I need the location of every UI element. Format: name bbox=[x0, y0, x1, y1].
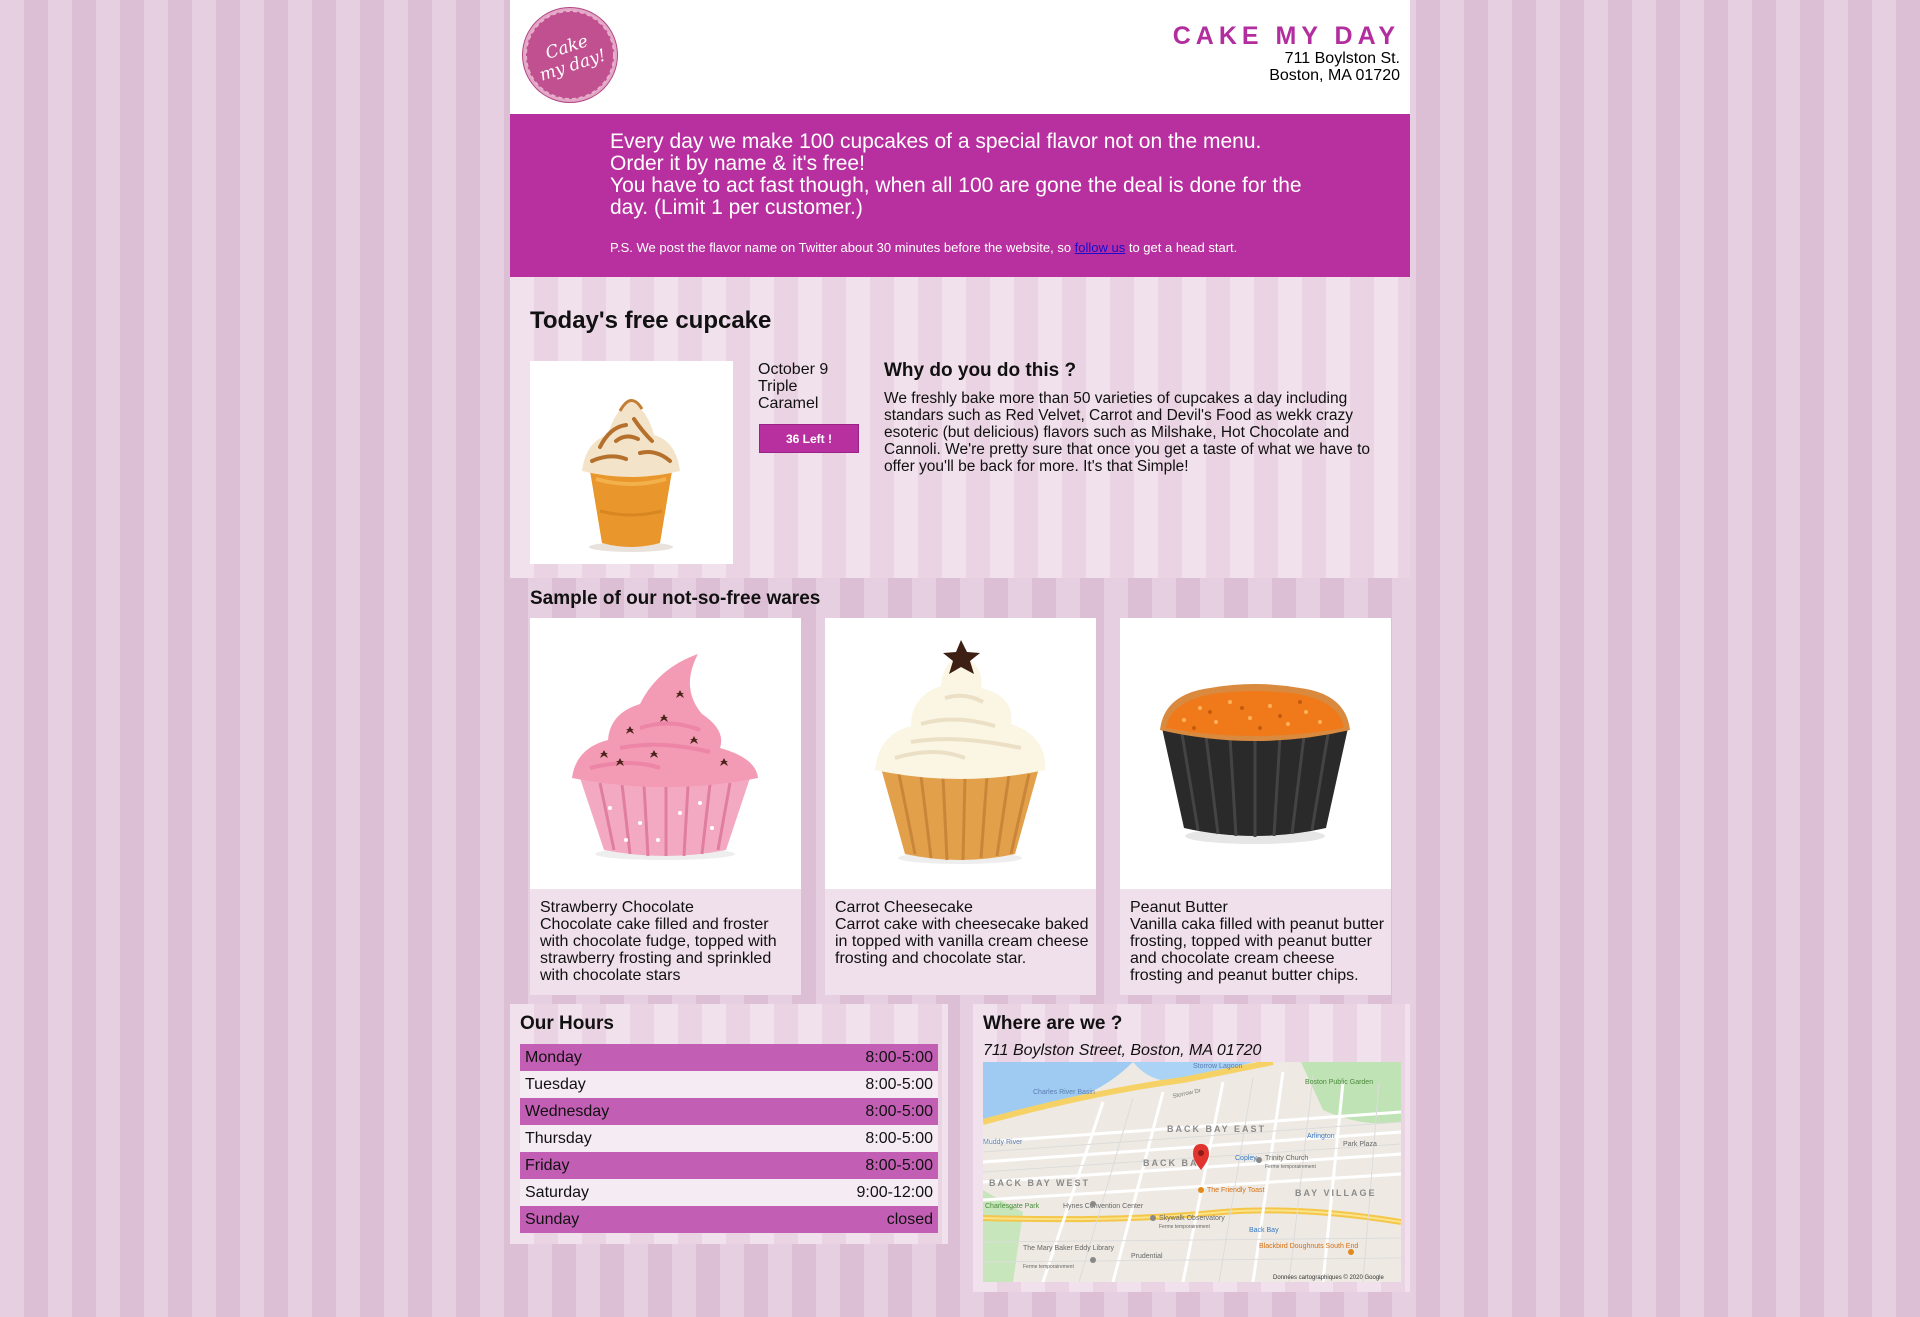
hours-title: Our Hours bbox=[520, 1013, 614, 1034]
why-title: Why do you do this ? bbox=[884, 360, 1077, 381]
carrot-cupcake-icon bbox=[875, 640, 1046, 864]
hours-day: Saturday bbox=[525, 1184, 590, 1201]
map-label-skywalk-note: Ferme temporairement bbox=[1159, 1224, 1210, 1230]
promo-line2: Order it by name & it's free! bbox=[610, 152, 865, 175]
ware-image bbox=[825, 618, 1096, 889]
hours-row: Friday 8:00-5:00 bbox=[520, 1152, 938, 1179]
why-text: We freshly bake more than 50 varieties o… bbox=[884, 390, 1371, 475]
brand-name: CAKE MY DAY bbox=[1172, 22, 1400, 50]
featured-info: October 9 Triple Caramel bbox=[758, 361, 868, 412]
hours-section: Our Hours Monday 8:00-5:00 Tuesday 8:00-5:… bbox=[510, 1004, 948, 1244]
map-label-public-garden: Boston Public Garden bbox=[1305, 1079, 1373, 1086]
map-copyright: Données cartographiques © 2020 Google bbox=[1273, 1274, 1384, 1281]
hours-row: Wednesday 8:00-5:00 bbox=[520, 1098, 938, 1125]
hours-time: closed bbox=[886, 1211, 933, 1228]
map-label-arlington: Arlington bbox=[1307, 1133, 1335, 1140]
strawberry-cupcake-icon bbox=[572, 654, 758, 860]
map-label-back-bay-west: BACK BAY WEST bbox=[989, 1178, 1090, 1188]
hours-row: Sunday closed bbox=[520, 1206, 938, 1233]
brand-address-line2: Boston, MA 01720 bbox=[1269, 67, 1400, 84]
map-label-copley: Copley bbox=[1235, 1155, 1257, 1162]
page: Cake my day! CAKE MY DAY 711 Boylston St… bbox=[510, 0, 1410, 1317]
map-label-friendly-toast: The Friendly Toast bbox=[1207, 1187, 1265, 1194]
ware-image bbox=[530, 618, 801, 889]
ware-description: Vanilla caka filled with peanut butter f… bbox=[1130, 916, 1385, 984]
ware-name: Carrot Cheesecake bbox=[835, 899, 973, 916]
map-label-trinity-church: Trinity Church bbox=[1265, 1155, 1308, 1162]
ware-text: Carrot Cheesecake Carrot cake with chees… bbox=[835, 899, 1093, 967]
map-embed[interactable]: Storrow Lagoon Charles River Basin Muddy… bbox=[983, 1062, 1401, 1282]
map-label-storrow-lagoon: Storrow Lagoon bbox=[1193, 1063, 1243, 1070]
ware-description: Chocolate cake filled and froster with c… bbox=[540, 916, 777, 984]
featured-title: Today's free cupcake bbox=[530, 307, 772, 334]
map-label-back-bay-east: BACK BAY EAST bbox=[1167, 1124, 1266, 1134]
promo-banner: Every day we make 100 cupcakes of a spec… bbox=[510, 114, 1410, 277]
location-title: Where are we ? bbox=[983, 1013, 1123, 1034]
site-header: Cake my day! CAKE MY DAY 711 Boylston St… bbox=[510, 0, 1410, 114]
hours-day: Friday bbox=[525, 1157, 570, 1174]
ware-name: Strawberry Chocolate bbox=[540, 899, 694, 916]
ps-text-after: to get a head start. bbox=[1125, 240, 1238, 255]
map-label-charles-river-basin: Charles River Basin bbox=[1033, 1089, 1095, 1096]
hours-row: Monday 8:00-5:00 bbox=[520, 1044, 938, 1071]
map-label-back-bay-station: Back Bay bbox=[1249, 1227, 1279, 1234]
hours-day: Wednesday bbox=[525, 1103, 610, 1120]
featured-date: October 9 bbox=[758, 361, 829, 378]
ware-image bbox=[1120, 618, 1391, 889]
hours-row: Thursday 8:00-5:00 bbox=[520, 1125, 938, 1152]
map-label-trinity-note: Ferme temporairement bbox=[1265, 1164, 1316, 1170]
promo-line3: You have to act fast though, when all 10… bbox=[610, 174, 1302, 219]
promo-text: Every day we make 100 cupcakes of a spec… bbox=[610, 131, 1310, 219]
map-canvas: Storrow Lagoon Charles River Basin Muddy… bbox=[983, 1062, 1401, 1282]
ware-card[interactable]: Carrot Cheesecake Carrot cake with chees… bbox=[825, 618, 1096, 995]
hours-day: Monday bbox=[525, 1049, 582, 1066]
hours-table: Monday 8:00-5:00 Tuesday 8:00-5:00 Wednesd… bbox=[520, 1044, 938, 1233]
caramel-cupcake-icon bbox=[582, 399, 680, 552]
location-address: 711 Boylston Street, Boston, MA 01720 bbox=[983, 1042, 1262, 1059]
hours-time: 9:00-12:00 bbox=[856, 1184, 933, 1201]
hours-time: 8:00-5:00 bbox=[865, 1076, 933, 1093]
map-label-hynes: Hynes Convention Center bbox=[1063, 1203, 1144, 1210]
hours-row: Tuesday 8:00-5:00 bbox=[520, 1071, 938, 1098]
logo[interactable]: Cake my day! bbox=[523, 8, 617, 102]
hours-time: 8:00-5:00 bbox=[865, 1049, 933, 1066]
map-label-mary-baker-note: Ferme temporairement bbox=[1023, 1264, 1074, 1270]
featured-flavor-line1: Triple bbox=[758, 378, 798, 395]
promo-line1: Every day we make 100 cupcakes of a spec… bbox=[610, 130, 1262, 153]
map-label-prudential: Prudential bbox=[1131, 1253, 1163, 1260]
featured-flavor-line2: Caramel bbox=[758, 395, 819, 412]
ware-description: Carrot cake with cheesecake baked in top… bbox=[835, 916, 1089, 967]
hours-day: Thursday bbox=[525, 1130, 592, 1147]
peanut-butter-cupcake-icon bbox=[1160, 684, 1350, 844]
featured-cupcake-image bbox=[530, 361, 733, 564]
hours-day: Tuesday bbox=[525, 1076, 586, 1093]
ware-text: Strawberry Chocolate Chocolate cake fill… bbox=[540, 899, 798, 984]
map-label-mary-baker: The Mary Baker Eddy Library bbox=[1023, 1245, 1115, 1252]
ware-text: Peanut Butter Vanilla caka filled with p… bbox=[1130, 899, 1388, 984]
hours-time: 8:00-5:00 bbox=[865, 1130, 933, 1147]
wares-title: Sample of our not-so-free wares bbox=[530, 588, 821, 609]
map-label-park-plaza: Park Plaza bbox=[1343, 1141, 1377, 1148]
brand-address-line1: 711 Boylston St. bbox=[1284, 50, 1400, 67]
map-label-blackbird: Blackbird Doughnuts South End bbox=[1259, 1243, 1358, 1250]
hours-time: 8:00-5:00 bbox=[865, 1103, 933, 1120]
hours-row: Saturday 9:00-12:00 bbox=[520, 1179, 938, 1206]
map-label-muddy-river: Muddy River bbox=[983, 1139, 1023, 1146]
map-label-skywalk: Skywalk Observatory bbox=[1159, 1215, 1225, 1222]
remaining-count-badge: 36 Left ! bbox=[759, 424, 859, 453]
map-label-storrow-dr: Storrow Dr bbox=[1172, 1088, 1201, 1100]
ware-name: Peanut Butter bbox=[1130, 899, 1228, 916]
map-label-bay-village: BAY VILLAGE bbox=[1295, 1188, 1377, 1198]
map-label-charlesgate: Charlesgate Park bbox=[985, 1203, 1040, 1210]
location-section: Where are we ? 711 Boylston Street, Bost… bbox=[973, 1004, 1410, 1292]
ware-card[interactable]: Strawberry Chocolate Chocolate cake fill… bbox=[530, 618, 801, 995]
hours-day: Sunday bbox=[525, 1211, 580, 1228]
ps-text-before: P.S. We post the flavor name on Twitter … bbox=[610, 240, 1075, 255]
promo-ps: P.S. We post the flavor name on Twitter … bbox=[610, 240, 1370, 256]
hours-time: 8:00-5:00 bbox=[865, 1157, 933, 1174]
ware-card[interactable]: Peanut Butter Vanilla caka filled with p… bbox=[1120, 618, 1391, 995]
follow-us-link[interactable]: follow us bbox=[1075, 240, 1126, 255]
featured-section: Today's free cupcake October 9 Triple Ca… bbox=[510, 277, 1410, 578]
brand-block: CAKE MY DAY 711 Boylston St. Boston, MA … bbox=[1173, 22, 1400, 84]
